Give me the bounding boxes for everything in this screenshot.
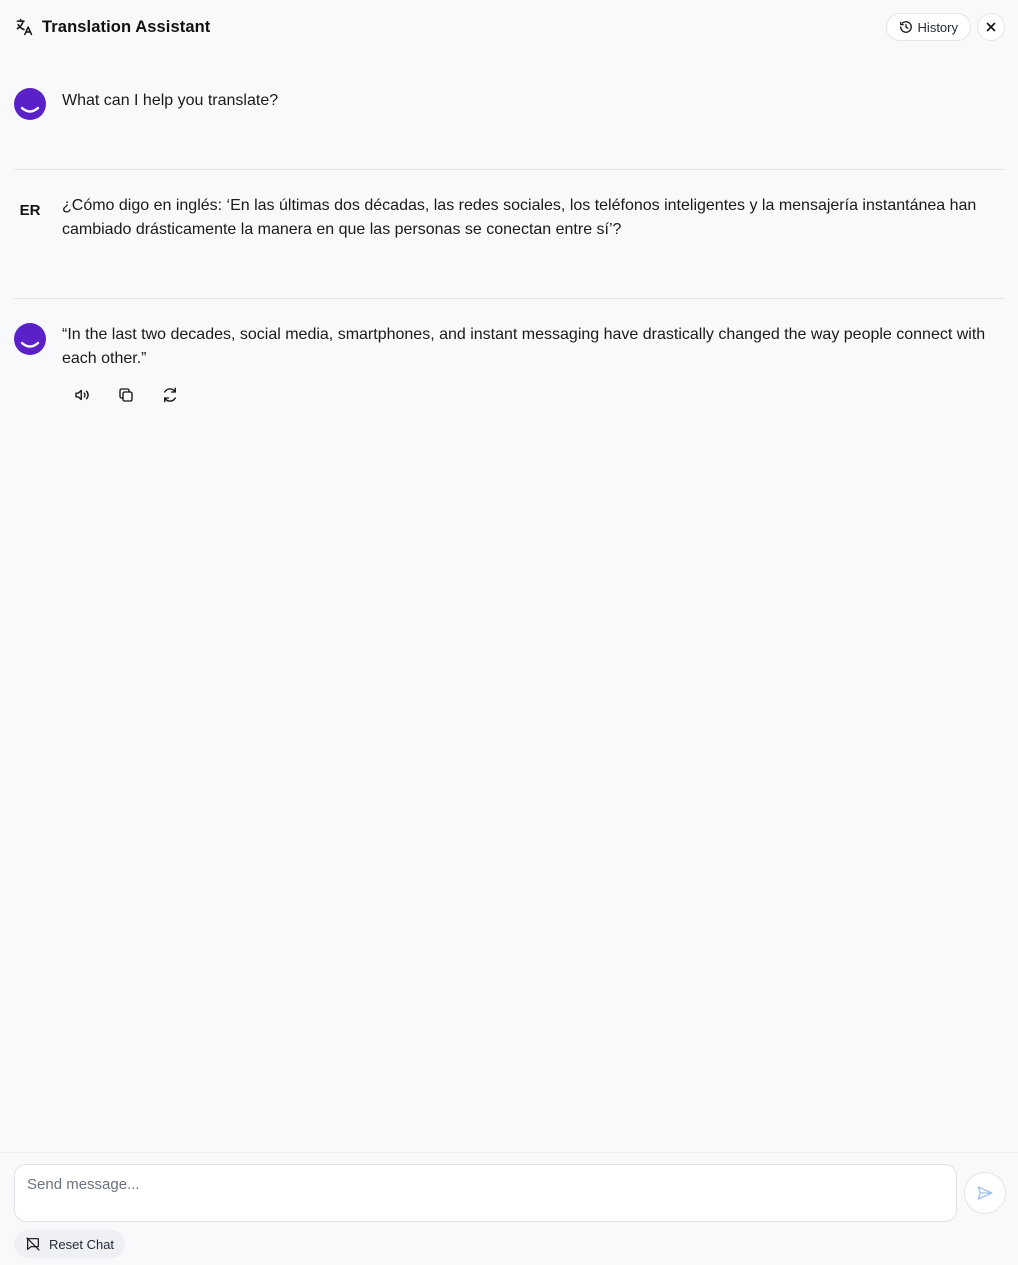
regenerate-button[interactable] xyxy=(158,383,182,407)
smile-avatar xyxy=(14,88,46,120)
close-button[interactable] xyxy=(977,13,1005,41)
send-icon xyxy=(976,1184,994,1202)
send-button[interactable] xyxy=(964,1172,1006,1214)
header: Translation Assistant History xyxy=(0,0,1018,54)
message-tools xyxy=(70,383,182,407)
message-input[interactable] xyxy=(15,1165,956,1221)
divider xyxy=(14,298,1005,299)
smile-icon xyxy=(20,341,40,348)
header-actions: History xyxy=(885,13,1005,41)
divider xyxy=(14,169,1005,170)
page-title: Translation Assistant xyxy=(42,17,211,36)
title-group: Translation Assistant xyxy=(14,17,210,37)
message-composer xyxy=(14,1164,957,1222)
smile-icon xyxy=(20,106,40,113)
history-label: History xyxy=(917,19,958,35)
smile-avatar xyxy=(14,323,46,355)
copy-button[interactable] xyxy=(114,383,138,407)
message-text: “In the last two decades, social media, … xyxy=(62,326,986,367)
user-avatar: ER xyxy=(19,201,41,219)
refresh-icon xyxy=(161,386,179,404)
reset-chat-button[interactable]: Reset Chat xyxy=(14,1230,126,1258)
message-user: ER ¿Cómo digo en inglés: ‘En las últimas… xyxy=(0,194,1018,274)
close-icon xyxy=(985,21,997,33)
chat-off-icon xyxy=(25,1236,41,1252)
composer-divider xyxy=(0,1152,1018,1153)
message-text: What can I help you translate? xyxy=(62,92,279,109)
translation-assistant-app: Translation Assistant History What can I… xyxy=(0,0,1018,1265)
message-assistant-greeting: What can I help you translate? xyxy=(0,88,1018,148)
read-aloud-button[interactable] xyxy=(70,383,94,407)
message-text: ¿Cómo digo en inglés: ‘En las últimas do… xyxy=(62,197,977,238)
translate-icon xyxy=(14,17,34,37)
reset-chat-label: Reset Chat xyxy=(49,1236,115,1252)
history-button[interactable]: History xyxy=(885,13,971,41)
message-assistant-translation: “In the last two decades, social media, … xyxy=(0,323,1018,423)
speaker-icon xyxy=(73,386,91,404)
history-icon xyxy=(899,20,913,34)
copy-icon xyxy=(117,386,135,404)
